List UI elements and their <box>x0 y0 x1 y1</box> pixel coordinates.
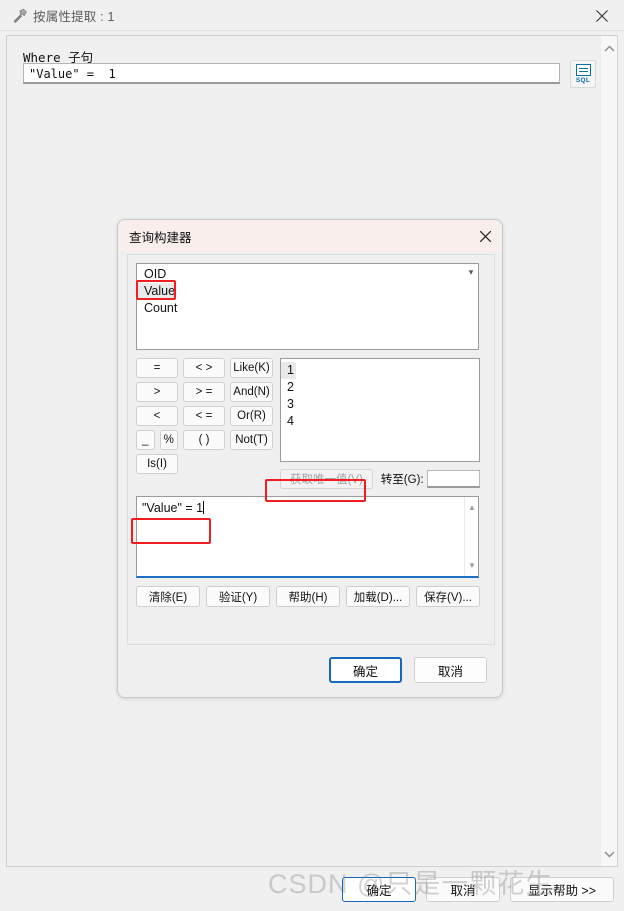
scroll-up-icon[interactable] <box>601 40 618 57</box>
values-list-item[interactable]: 2 <box>281 379 296 396</box>
unique-values-row: 获取唯一值(V) 转至(G): <box>280 468 480 489</box>
window-title: 按属性提取 : 1 <box>33 9 115 24</box>
field-list[interactable]: OID Value Count ▾ <box>136 263 479 350</box>
verify-button[interactable]: 验证(Y) <box>206 586 270 607</box>
field-list-scroll-indicator: ▾ <box>468 266 474 277</box>
operator-button-less-equal[interactable]: < = <box>183 406 225 426</box>
window-cancel-button[interactable]: 取消 <box>426 876 500 902</box>
query-builder-titlebar: 查询构建器 <box>118 220 502 252</box>
expression-scrollbar[interactable]: ▲ ▼ <box>464 497 478 576</box>
operator-button-equals[interactable]: = <box>136 358 178 378</box>
sql-button[interactable]: SQL <box>570 60 596 88</box>
operator-button-and[interactable]: And(N) <box>230 382 273 402</box>
expression-text: "Value" = 1 <box>142 501 205 515</box>
query-builder-cancel-button[interactable]: 取消 <box>414 657 487 683</box>
operator-row: > > = And(N) <box>136 382 276 402</box>
expression-scroll-up-icon[interactable]: ▲ <box>465 501 478 514</box>
query-builder-body: OID Value Count ▾ = < > Like(K) > > = An… <box>127 254 495 645</box>
operator-button-less[interactable]: < <box>136 406 178 426</box>
operator-row: < < = Or(R) <box>136 406 276 426</box>
operator-button-parentheses[interactable]: ( ) <box>183 430 225 450</box>
window-titlebar: 按属性提取 : 1 <box>0 0 624 31</box>
expression-textarea[interactable]: "Value" = 1 ▲ ▼ <box>136 496 479 578</box>
query-builder-dialog: 查询构建器 OID Value Count ▾ = < > Like(K) > … <box>117 219 503 698</box>
help-button[interactable]: 帮助(H) <box>276 586 340 607</box>
sql-icon <box>575 64 591 76</box>
text-caret <box>203 501 205 514</box>
operator-button-is[interactable]: Is(I) <box>136 454 178 474</box>
window-ok-button[interactable]: 确定 <box>342 876 416 902</box>
values-list-item[interactable]: 3 <box>281 396 296 413</box>
operator-row: _ % ( ) Not(T) <box>136 430 276 450</box>
values-list[interactable]: 1 2 3 4 <box>280 358 480 462</box>
where-clause-input[interactable]: "Value" = 1 <box>23 63 560 84</box>
get-unique-values-button[interactable]: 获取唯一值(V) <box>280 468 373 489</box>
operator-button-not-equals[interactable]: < > <box>183 358 225 378</box>
hammer-icon <box>9 5 29 25</box>
operator-button-greater-equal[interactable]: > = <box>183 382 225 402</box>
window-footer: 确定 取消 显示帮助 >> <box>0 867 624 911</box>
window-close-button[interactable] <box>579 0 624 31</box>
operator-button-underscore[interactable]: _ <box>136 430 155 450</box>
expression-value: "Value" = 1 <box>142 501 204 515</box>
content-scrollbar[interactable] <box>600 36 617 866</box>
values-list-item[interactable]: 1 <box>281 362 296 379</box>
goto-label: 转至(G): <box>380 473 424 486</box>
operator-button-not[interactable]: Not(T) <box>230 430 273 450</box>
operator-row: = < > Like(K) <box>136 358 276 378</box>
load-button[interactable]: 加载(D)... <box>346 586 410 607</box>
operator-button-like[interactable]: Like(K) <box>230 358 273 378</box>
query-builder-ok-button[interactable]: 确定 <box>329 657 402 683</box>
app-root: 按属性提取 : 1 Where 子句 "Value" = 1 SQL 查询构建器… <box>0 0 624 911</box>
scroll-down-icon[interactable] <box>601 845 618 862</box>
goto-input[interactable] <box>426 469 480 488</box>
operator-row: Is(I) <box>136 454 276 474</box>
operator-button-greater[interactable]: > <box>136 382 178 402</box>
operator-button-percent[interactable]: % <box>159 430 178 450</box>
show-help-button[interactable]: 显示帮助 >> <box>510 876 614 902</box>
query-builder-footer: 确定 取消 <box>329 657 487 683</box>
query-builder-close-button[interactable] <box>474 225 496 247</box>
operator-keypad: = < > Like(K) > > = And(N) < < = Or(R) _… <box>136 358 276 478</box>
field-list-item[interactable]: Count <box>137 300 177 317</box>
action-button-row: 清除(E) 验证(Y) 帮助(H) 加载(D)... 保存(V)... <box>136 586 483 607</box>
sql-button-label: SQL <box>575 77 591 84</box>
save-button[interactable]: 保存(V)... <box>416 586 480 607</box>
field-list-item[interactable]: OID <box>137 266 166 283</box>
values-list-item[interactable]: 4 <box>281 413 296 430</box>
operator-button-or[interactable]: Or(R) <box>230 406 273 426</box>
field-list-item[interactable]: Value <box>137 283 176 300</box>
expression-scroll-down-icon[interactable]: ▼ <box>465 559 478 572</box>
clear-button[interactable]: 清除(E) <box>136 586 200 607</box>
query-builder-title: 查询构建器 <box>129 230 192 245</box>
